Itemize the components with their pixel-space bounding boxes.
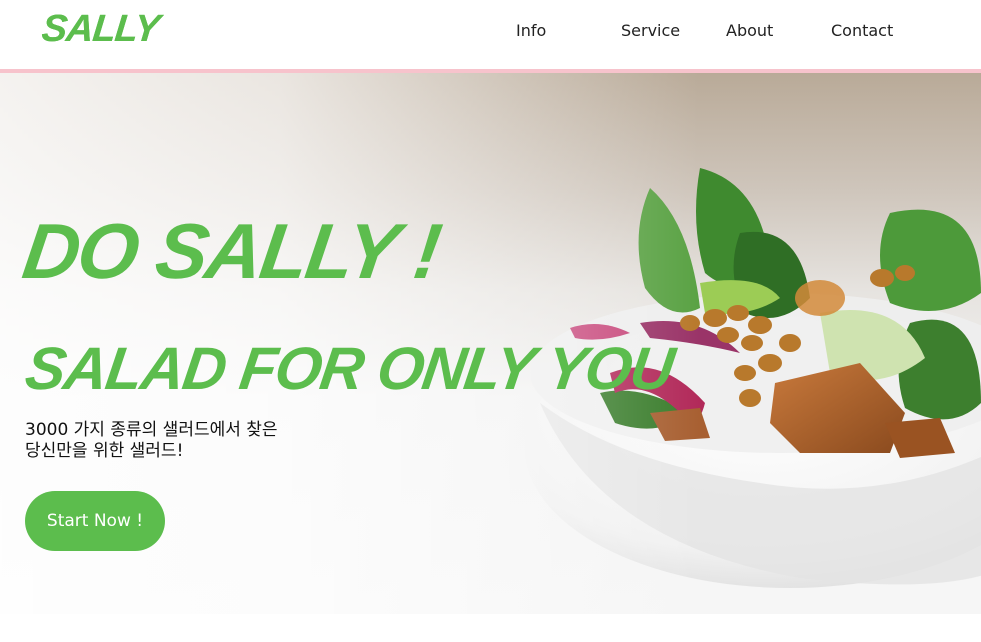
start-now-button[interactable]: Start Now ! [25, 491, 165, 551]
top-navigation: SALLY Info Service About Contact [0, 0, 981, 69]
nav-item-about[interactable]: About [726, 21, 773, 40]
hero-headline: DO SALLY ! [17, 207, 445, 295]
hero-section: DO SALLY ! SALAD FOR ONLY YOU 3000 가지 종류… [0, 73, 981, 614]
hero-subheadline: SALAD FOR ONLY YOU [21, 335, 678, 402]
hero-description: 3000 가지 종류의 샐러드에서 찾은 당신만을 위한 샐러드! [25, 420, 278, 462]
nav-item-contact[interactable]: Contact [831, 21, 893, 40]
page-bottom-area [0, 614, 981, 642]
hero-description-line-2: 당신만을 위한 샐러드! [25, 441, 184, 461]
hero-description-line-1: 3000 가지 종류의 샐러드에서 찾은 [25, 420, 278, 440]
brand-logo[interactable]: SALLY [40, 8, 161, 51]
nav-item-info[interactable]: Info [516, 21, 546, 40]
nav-item-service[interactable]: Service [621, 21, 680, 40]
